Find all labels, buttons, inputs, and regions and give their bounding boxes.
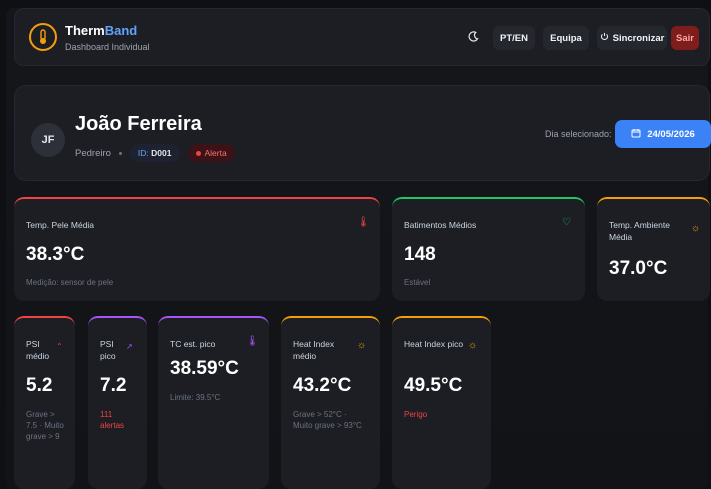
card-title: Heat Index pico bbox=[404, 339, 464, 349]
sun-icon: ☼ bbox=[357, 340, 367, 351]
card-title: TC est. pico bbox=[170, 339, 216, 349]
card-value: 38.59°C bbox=[170, 358, 239, 379]
core-temp-card: TC est. pico 🌡 38.59°C Limite: 39.5°C bbox=[158, 316, 269, 489]
thermometer-icon: 🌡 bbox=[357, 217, 370, 228]
card-subtitle: Limite: 39.5°C bbox=[170, 393, 221, 402]
sync-icon bbox=[600, 32, 609, 44]
sync-label: Sincronizar bbox=[612, 32, 665, 44]
separator-dot bbox=[118, 151, 122, 155]
card-value: 5.2 bbox=[26, 375, 53, 396]
alert-dot-icon bbox=[195, 150, 201, 156]
brand-subtitle: Dashboard Individual bbox=[65, 42, 150, 52]
sun-icon: ☼ bbox=[691, 223, 701, 234]
status-badge: Alerta bbox=[187, 144, 235, 162]
ambient-temp-card: Temp. Ambiente Média ☼ 37.0°C bbox=[597, 197, 710, 301]
worker-role: Pedreiro bbox=[75, 147, 111, 159]
card-value: 37.0°C bbox=[609, 258, 668, 279]
alerts-count: 111 alertas bbox=[100, 410, 125, 430]
card-value: 49.5°C bbox=[404, 375, 463, 396]
team-button[interactable]: Equipa bbox=[543, 26, 589, 50]
date-picker-button[interactable]: 24/05/2026 bbox=[615, 120, 711, 148]
thermometer-icon: 🌡 bbox=[246, 336, 259, 347]
id-badge: ID: D001 bbox=[129, 144, 180, 162]
language-toggle-button[interactable]: PT/EN bbox=[493, 26, 535, 50]
calendar-icon bbox=[631, 128, 641, 141]
card-value: 43.2°C bbox=[293, 375, 352, 396]
date-label: Dia selecionado: bbox=[545, 129, 612, 139]
card-title: Batimentos Médios bbox=[404, 220, 477, 230]
avatar: JF bbox=[31, 123, 65, 157]
heat-index-average-card: Heat Index médio ☼ 43.2°C Grave > 52°C ·… bbox=[281, 316, 380, 489]
card-title: Temp. Pele Média bbox=[26, 220, 95, 230]
logout-button[interactable]: Sair bbox=[671, 26, 699, 50]
psi-peak-card: PSI pico ↗ 7.2 111 alertas bbox=[88, 316, 147, 489]
sun-icon: ☼ bbox=[468, 340, 478, 351]
card-subtitle: Medição: sensor de pele bbox=[26, 278, 114, 287]
heart-icon: ♡ bbox=[562, 217, 571, 228]
card-subtitle: Grave > 7.5 · Muito grave > 9 bbox=[26, 410, 64, 441]
trend-up-icon: ↗ bbox=[126, 342, 133, 351]
worker-name: João Ferreira bbox=[75, 113, 202, 135]
card-title: Temp. Ambiente Média bbox=[609, 220, 670, 242]
trend-icon: ⌃ bbox=[56, 342, 63, 351]
card-value: 7.2 bbox=[100, 375, 127, 396]
card-value: 148 bbox=[404, 244, 436, 265]
skin-temp-card: Temp. Pele Média 🌡 38.3°C Medição: senso… bbox=[14, 197, 380, 301]
card-title: Heat Index médio bbox=[293, 339, 335, 361]
theme-toggle-button[interactable] bbox=[461, 26, 485, 50]
sync-button[interactable]: Sincronizar bbox=[597, 26, 667, 50]
thermometer-icon bbox=[29, 23, 57, 51]
heart-rate-card: Batimentos Médios ♡ 148 Estável bbox=[392, 197, 585, 301]
psi-average-card: PSI médio ⌃ 5.2 Grave > 7.5 · Muito grav… bbox=[14, 316, 75, 489]
card-title: PSI médio bbox=[26, 339, 50, 361]
card-subtitle: Grave > 52°C · Muito grave > 93°C bbox=[293, 410, 362, 430]
profile-card: JF João Ferreira Pedreiro ID: D001 Alert… bbox=[14, 85, 711, 181]
moon-icon bbox=[468, 31, 479, 45]
worker-meta: Pedreiro ID: D001 Alerta bbox=[75, 144, 235, 162]
brand-title: ThermBand bbox=[65, 23, 138, 38]
card-value: 38.3°C bbox=[26, 244, 85, 265]
card-subtitle: Estável bbox=[404, 278, 431, 287]
danger-label: Perigo bbox=[404, 410, 428, 419]
top-header: ThermBand Dashboard Individual PT/EN Equ… bbox=[14, 8, 710, 66]
heat-index-peak-card: Heat Index pico ☼ 49.5°C Perigo bbox=[392, 316, 491, 489]
